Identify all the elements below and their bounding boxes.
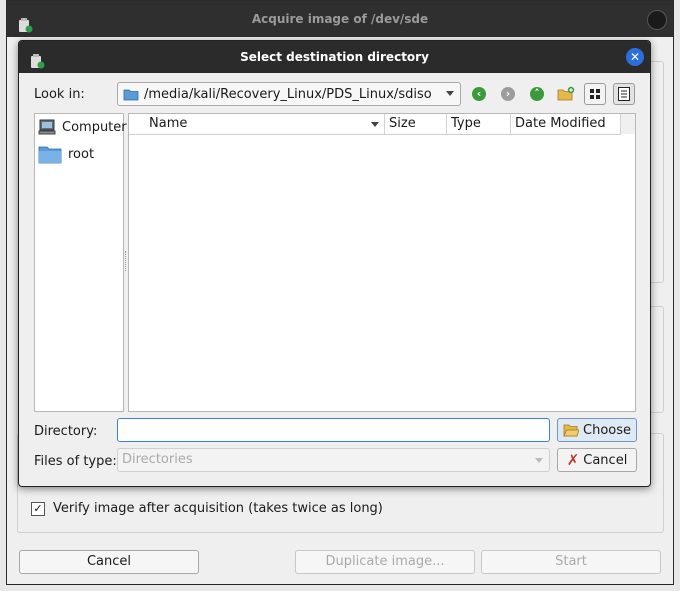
acquire-window-titlebar: Acquire image of /dev/sde — [7, 1, 673, 37]
folder-icon — [38, 146, 62, 164]
grid-view-icon — [590, 89, 600, 99]
forward-arrow-icon: › — [501, 87, 515, 101]
parent-directory-button[interactable]: ˄ — [526, 83, 548, 105]
column-header-type[interactable]: Type — [447, 114, 511, 134]
files-of-type-combo[interactable]: Directories — [117, 448, 550, 472]
sidebar-item-label: Computer — [62, 119, 127, 135]
look-in-path: /media/kali/Recovery_Linux/PDS_Linux/sdi… — [144, 86, 432, 102]
directory-input[interactable] — [117, 418, 550, 442]
column-header-label: Date Modified — [515, 116, 606, 131]
sort-arrow-icon — [371, 122, 379, 127]
folder-open-icon — [563, 424, 579, 437]
sidebar-item-computer[interactable]: Computer — [38, 118, 127, 136]
file-list[interactable]: Name Size Type Date Modified — [128, 113, 636, 412]
start-button[interactable]: Start — [481, 550, 661, 574]
back-arrow-icon: ‹ — [472, 87, 486, 101]
column-header-label: Size — [389, 116, 416, 131]
duplicate-image-button[interactable]: Duplicate image... — [295, 550, 475, 574]
column-header-date-modified[interactable]: Date Modified — [511, 114, 621, 134]
dialog-title: Select destination directory — [240, 50, 429, 64]
files-of-type-value: Directories — [122, 452, 193, 467]
dialog-titlebar: Select destination directory ✕ — [19, 41, 650, 73]
directory-label: Directory: — [34, 424, 98, 439]
app-icon — [29, 49, 45, 81]
up-arrow-icon: ˄ — [530, 87, 544, 101]
verify-image-label: Verify image after acquisition (takes tw… — [53, 501, 383, 516]
forward-button[interactable]: › — [497, 83, 519, 105]
new-folder-icon — [557, 86, 575, 101]
column-header-size[interactable]: Size — [385, 114, 447, 134]
chevron-down-icon[interactable] — [446, 91, 454, 96]
close-icon[interactable]: ✕ — [626, 48, 644, 66]
header-filler — [621, 114, 635, 134]
verify-image-option[interactable]: ✓ Verify image after acquisition (takes … — [31, 501, 383, 516]
choose-button[interactable]: Choose — [557, 418, 637, 442]
choose-button-label: Choose — [583, 422, 631, 438]
detail-view-button[interactable] — [613, 83, 635, 105]
folder-icon — [123, 89, 139, 101]
verify-image-checkbox[interactable]: ✓ — [31, 501, 45, 516]
look-in-label: Look in: — [34, 87, 85, 102]
files-of-type-label: Files of type: — [34, 454, 117, 469]
acquire-window-title: Acquire image of /dev/sde — [251, 12, 429, 26]
column-header-label: Name — [149, 116, 188, 131]
select-directory-dialog: Select destination directory ✕ Look in: … — [18, 40, 651, 487]
chevron-down-icon — [535, 458, 543, 463]
cancel-acquire-button[interactable]: Cancel — [19, 550, 199, 574]
sidebar-item-root[interactable]: root — [38, 144, 94, 164]
look-in-combo[interactable]: /media/kali/Recovery_Linux/PDS_Linux/sdi… — [117, 82, 461, 106]
places-sidebar: Computer root — [34, 113, 127, 412]
column-header-label: Type — [451, 116, 481, 131]
sidebar-item-label: root — [68, 146, 95, 162]
file-list-header: Name Size Type Date Modified — [129, 114, 621, 135]
cancel-button[interactable]: ✗ Cancel — [557, 448, 637, 472]
new-folder-button[interactable] — [555, 83, 577, 105]
column-header-name[interactable]: Name — [129, 114, 385, 134]
detail-view-icon — [618, 87, 630, 101]
computer-icon — [38, 119, 56, 135]
back-button[interactable]: ‹ — [468, 83, 490, 105]
window-control-button[interactable] — [647, 10, 667, 30]
cancel-x-icon: ✗ — [566, 451, 580, 469]
list-view-button[interactable] — [584, 83, 606, 105]
cancel-button-label: Cancel — [583, 452, 628, 468]
